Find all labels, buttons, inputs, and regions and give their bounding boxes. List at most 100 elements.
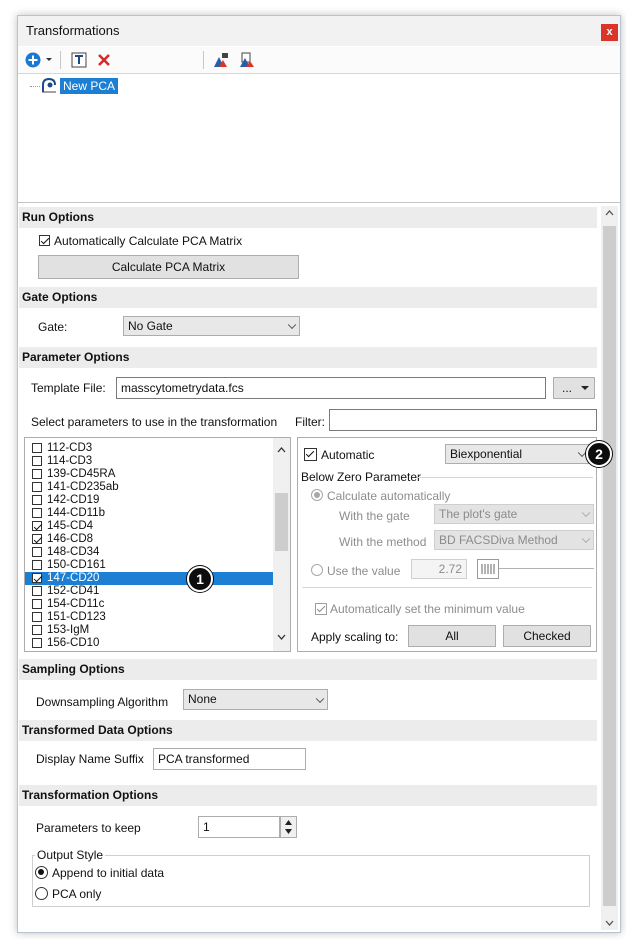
dropdown-icon[interactable] <box>44 51 54 69</box>
parameter-list-item[interactable]: 156-CD10 <box>25 637 273 650</box>
delete-icon[interactable] <box>95 51 113 69</box>
parameter-checkbox[interactable] <box>32 586 42 596</box>
filter-label: Filter: <box>295 415 325 429</box>
use-value-input[interactable]: 2.72 <box>411 559 467 579</box>
parameter-list-item[interactable]: 142-CD19 <box>25 494 273 507</box>
run-options-header: Run Options <box>19 207 597 228</box>
parameter-checkbox[interactable] <box>32 482 42 492</box>
parameter-name: 148-CD34 <box>47 546 100 558</box>
with-method-value: BD FACSDiva Method <box>439 533 558 547</box>
copy-icon[interactable] <box>238 51 256 69</box>
append-radio[interactable] <box>35 866 48 879</box>
properties-scrollbar[interactable] <box>601 206 618 930</box>
auto-min-label: Automatically set the minimum value <box>330 602 525 616</box>
downsampling-label: Downsampling Algorithm <box>36 695 169 709</box>
parameter-list-item[interactable]: 151-CD123 <box>25 611 273 624</box>
parameter-list-item[interactable]: 112-CD3 <box>25 442 273 455</box>
parameter-checkbox[interactable] <box>32 456 42 466</box>
template-file-input[interactable]: masscytometrydata.fcs <box>116 377 546 399</box>
parameter-checkbox[interactable] <box>32 443 42 453</box>
parameter-list-item[interactable]: 150-CD161 <box>25 559 273 572</box>
toolbar <box>18 47 620 74</box>
parameter-checkbox[interactable] <box>32 547 42 557</box>
parameter-list-item[interactable]: 139-CD45RA <box>25 468 273 481</box>
parameter-name: 153-IgM <box>47 624 90 636</box>
calc-auto-label: Calculate automatically <box>327 489 451 503</box>
downsampling-select[interactable]: None <box>183 689 328 710</box>
gate-label: Gate: <box>38 320 68 334</box>
sampling-options-header: Sampling Options <box>19 659 597 680</box>
parameter-list-item[interactable]: 145-CD4 <box>25 520 273 533</box>
parameter-list-item[interactable]: 141-CD235ab <box>25 481 273 494</box>
parameter-checkbox[interactable] <box>32 469 42 479</box>
close-button[interactable]: x <box>601 24 618 41</box>
browse-label: ... <box>562 381 573 395</box>
parameter-checkbox[interactable] <box>32 638 42 648</box>
template-icon[interactable] <box>70 51 88 69</box>
parameter-list-item[interactable]: 154-CD11c <box>25 598 273 611</box>
params-keep-spinner[interactable] <box>280 816 297 838</box>
export-icon[interactable] <box>212 51 230 69</box>
parameter-checkbox[interactable] <box>32 495 42 505</box>
parameter-name: 152-CD41 <box>47 585 100 597</box>
parameter-checkbox[interactable] <box>32 612 42 622</box>
parameter-list-item[interactable]: 144-CD11b <box>25 507 273 520</box>
apply-checked-button[interactable]: Checked <box>503 625 591 647</box>
filter-input[interactable] <box>329 409 597 431</box>
parameter-name: 141-CD235ab <box>47 481 119 493</box>
scroll-down-icon <box>605 920 614 926</box>
suffix-input[interactable]: PCA transformed <box>153 748 306 770</box>
use-value-radio[interactable] <box>311 564 323 576</box>
gate-select[interactable]: No Gate <box>123 316 300 336</box>
parameter-checkbox[interactable] <box>32 521 42 531</box>
downsampling-value: None <box>188 692 217 706</box>
calc-auto-radio[interactable] <box>311 489 323 501</box>
pca-only-radio[interactable] <box>35 887 48 900</box>
gate-method-select[interactable]: The plot's gate <box>434 504 594 524</box>
parameter-list-item[interactable]: 152-CD41 <box>25 585 273 598</box>
scale-type-select[interactable]: Biexponential <box>445 444 590 464</box>
calculate-pca-button[interactable]: Calculate PCA Matrix <box>38 255 299 279</box>
tree-item-new-pca[interactable]: New PCA <box>60 78 119 94</box>
parameter-name: 150-CD161 <box>47 559 106 571</box>
automatic-checkbox[interactable] <box>304 448 317 461</box>
value-slider[interactable] <box>499 568 594 569</box>
use-value-label: Use the value <box>327 564 401 578</box>
parameter-name: 154-CD11c <box>47 598 105 610</box>
apply-scaling-label: Apply scaling to: <box>311 630 399 644</box>
parameter-list-item[interactable]: 146-CD8 <box>25 533 273 546</box>
pca-only-label: PCA only <box>52 887 102 901</box>
add-icon[interactable] <box>24 51 42 69</box>
parameter-checkbox[interactable] <box>32 508 42 518</box>
parameter-checkbox[interactable] <box>32 625 42 635</box>
parameter-list-item[interactable]: 148-CD34 <box>25 546 273 559</box>
with-method-label: With the method <box>339 535 427 549</box>
scroll-thumb[interactable] <box>603 226 616 906</box>
params-keep-input[interactable]: 1 <box>198 816 280 838</box>
parameter-list-item[interactable]: 114-CD3 <box>25 455 273 468</box>
parameter-checkbox[interactable] <box>32 573 42 583</box>
select-params-label: Select parameters to use in the transfor… <box>31 415 278 429</box>
with-gate-value: The plot's gate <box>439 507 518 521</box>
template-file-label: Template File: <box>31 381 106 395</box>
pca-icon <box>41 77 57 97</box>
parameter-list: 112-CD3 114-CD3 139-CD45RA 141-CD235ab 142-C… <box>24 437 291 652</box>
parameter-checkbox[interactable] <box>32 560 42 570</box>
output-style-group <box>32 855 590 907</box>
parameter-scroll-thumb[interactable] <box>275 493 288 551</box>
title-bar: Transformations x <box>18 16 620 46</box>
slider-handle-icon[interactable] <box>477 559 499 579</box>
browse-button[interactable]: ... <box>553 377 595 399</box>
with-gate-label: With the gate <box>339 509 410 523</box>
method-select[interactable]: BD FACSDiva Method <box>434 530 594 550</box>
automatic-label: Automatic <box>321 448 375 462</box>
apply-all-button[interactable]: All <box>408 625 496 647</box>
parameter-list-item[interactable]: 153-IgM <box>25 624 273 637</box>
parameter-list-scrollbar[interactable] <box>273 438 290 651</box>
parameter-list-item[interactable]: 147-CD20 <box>25 572 273 585</box>
parameter-checkbox[interactable] <box>32 534 42 544</box>
auto-min-checkbox[interactable] <box>315 603 327 615</box>
parameter-name: 142-CD19 <box>47 494 100 506</box>
parameter-checkbox[interactable] <box>32 599 42 609</box>
auto-calc-checkbox[interactable] <box>39 235 50 246</box>
